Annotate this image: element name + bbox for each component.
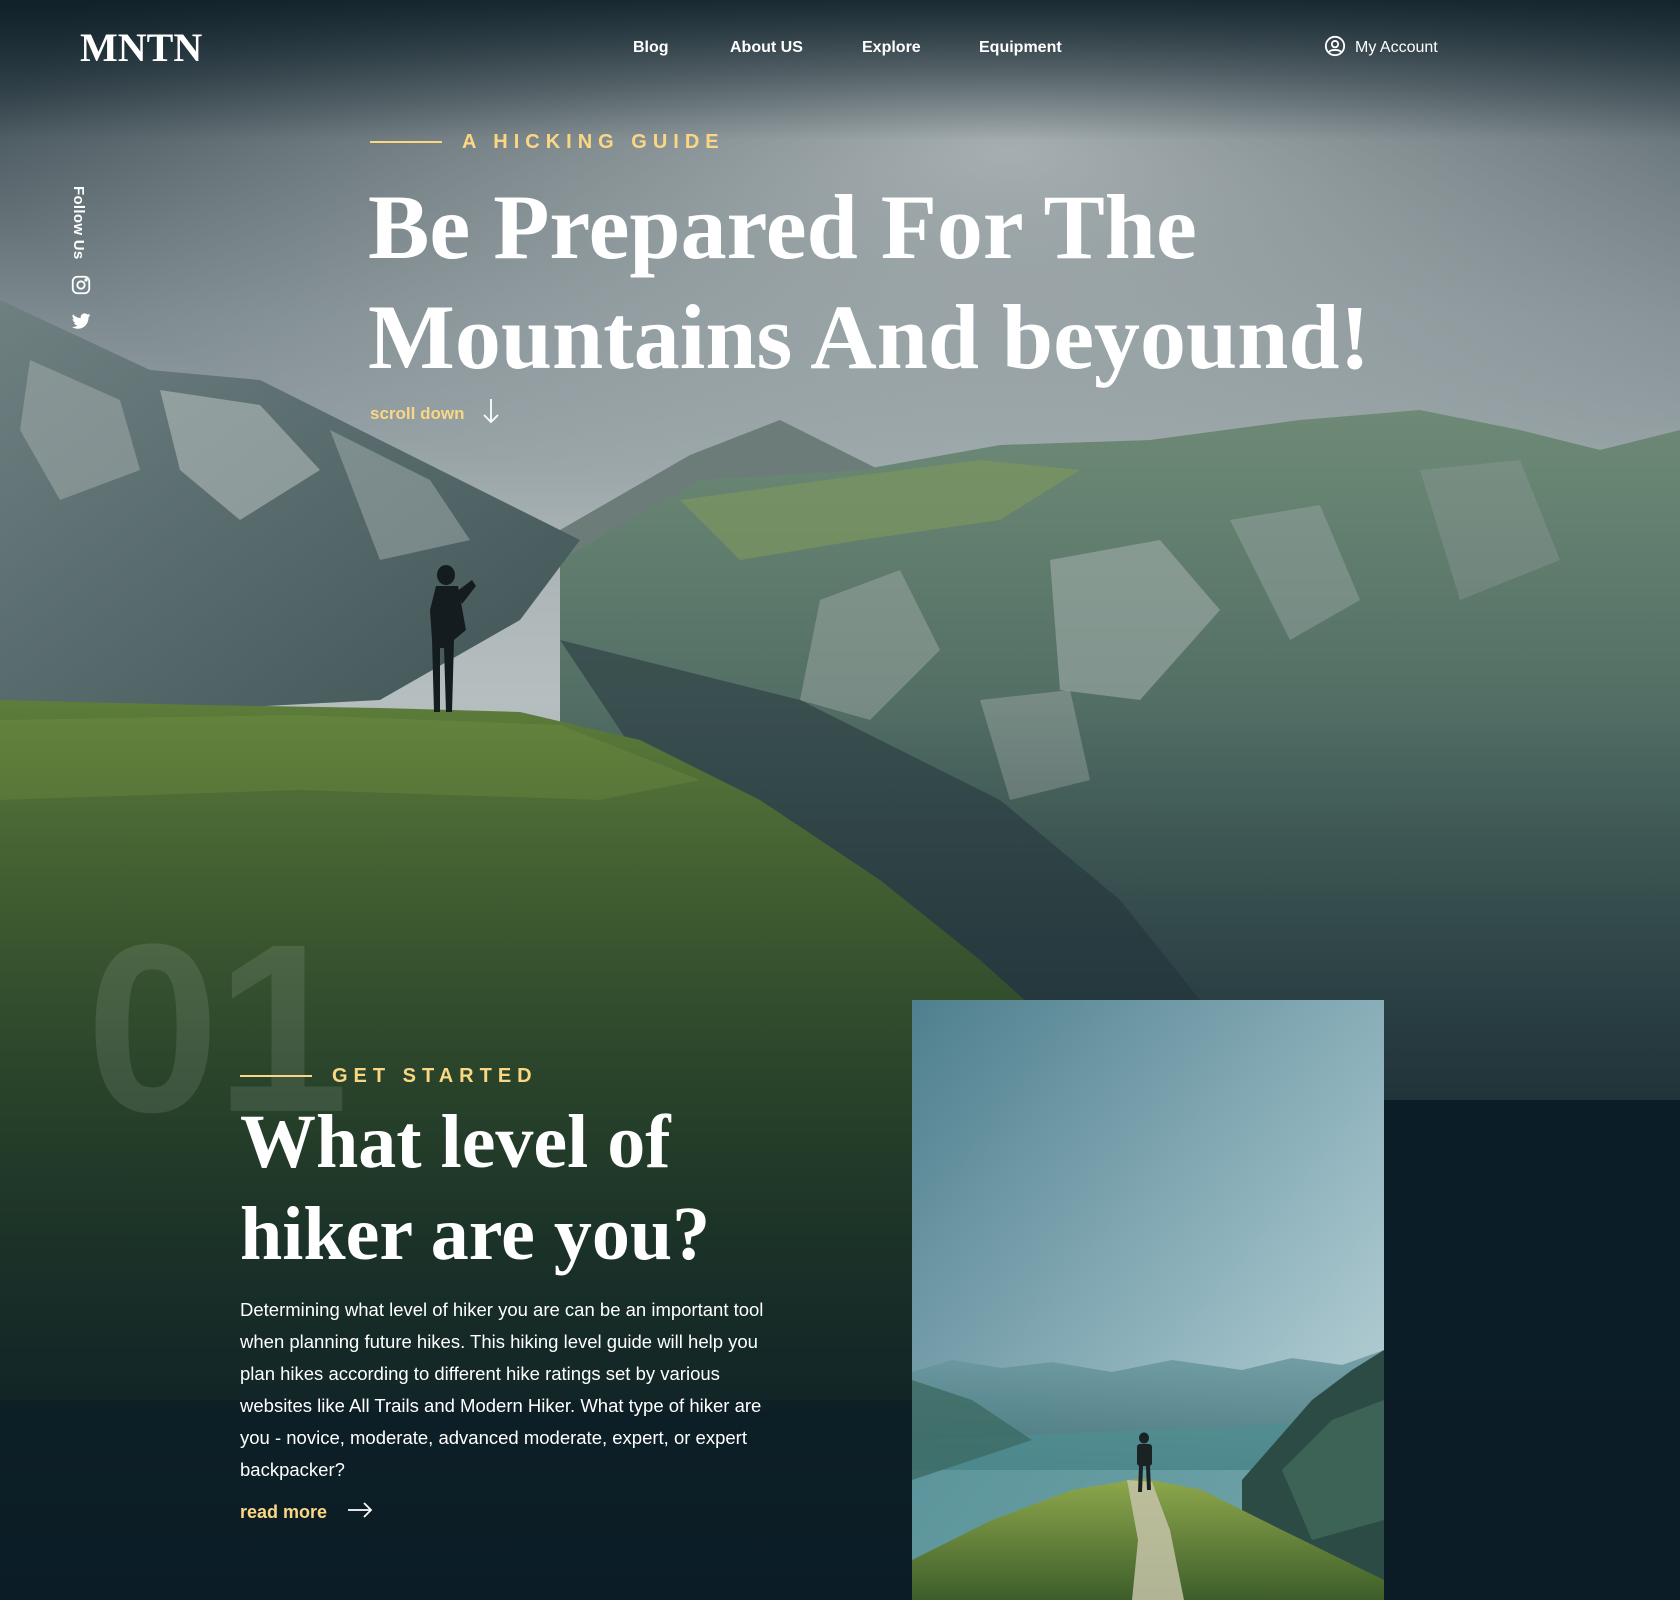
read-more-link[interactable]: read more: [240, 1500, 373, 1524]
landing-page: MNTN Blog About US Explore Equipment My …: [0, 0, 1680, 1600]
hero-title: Be Prepared For The Mountains And beyoun…: [368, 176, 1371, 388]
instagram-icon[interactable]: [70, 274, 92, 296]
read-more-label: read more: [240, 1502, 328, 1522]
nav-item-explore[interactable]: Explore: [862, 38, 921, 58]
section-title: What level of hiker are you?: [240, 1100, 711, 1276]
my-account-label: My Account: [1355, 39, 1438, 56]
nav-item-equipment[interactable]: Equipment: [979, 38, 1062, 58]
eyebrow-line: [240, 1075, 312, 1077]
user-circle-icon: [1324, 35, 1346, 62]
nav-item-blog[interactable]: Blog: [633, 38, 669, 58]
site-logo[interactable]: MNTN: [80, 26, 202, 70]
section-body: Determining what level of hiker you are …: [240, 1299, 764, 1480]
site-header: MNTN Blog About US Explore Equipment My …: [0, 0, 1680, 96]
section-eyebrow: Get Started: [240, 1064, 538, 1088]
scroll-down-link[interactable]: scroll down: [370, 398, 500, 429]
hero-eyebrow-text: A Hicking Guide: [462, 131, 725, 153]
scroll-down-label: scroll down: [370, 403, 465, 423]
eyebrow-line: [370, 141, 442, 143]
hiker-trail-image: [912, 1000, 1384, 1600]
twitter-icon[interactable]: [70, 310, 92, 332]
follow-us-label: Follow Us: [70, 186, 87, 260]
nav-item-about-us[interactable]: About US: [730, 38, 803, 58]
hero-eyebrow: A Hicking Guide: [370, 130, 725, 154]
section-eyebrow-text: Get Started: [332, 1065, 538, 1087]
my-account-link[interactable]: My Account: [1324, 35, 1438, 62]
arrow-down-icon: [482, 398, 500, 429]
arrow-right-icon: [347, 1501, 373, 1524]
